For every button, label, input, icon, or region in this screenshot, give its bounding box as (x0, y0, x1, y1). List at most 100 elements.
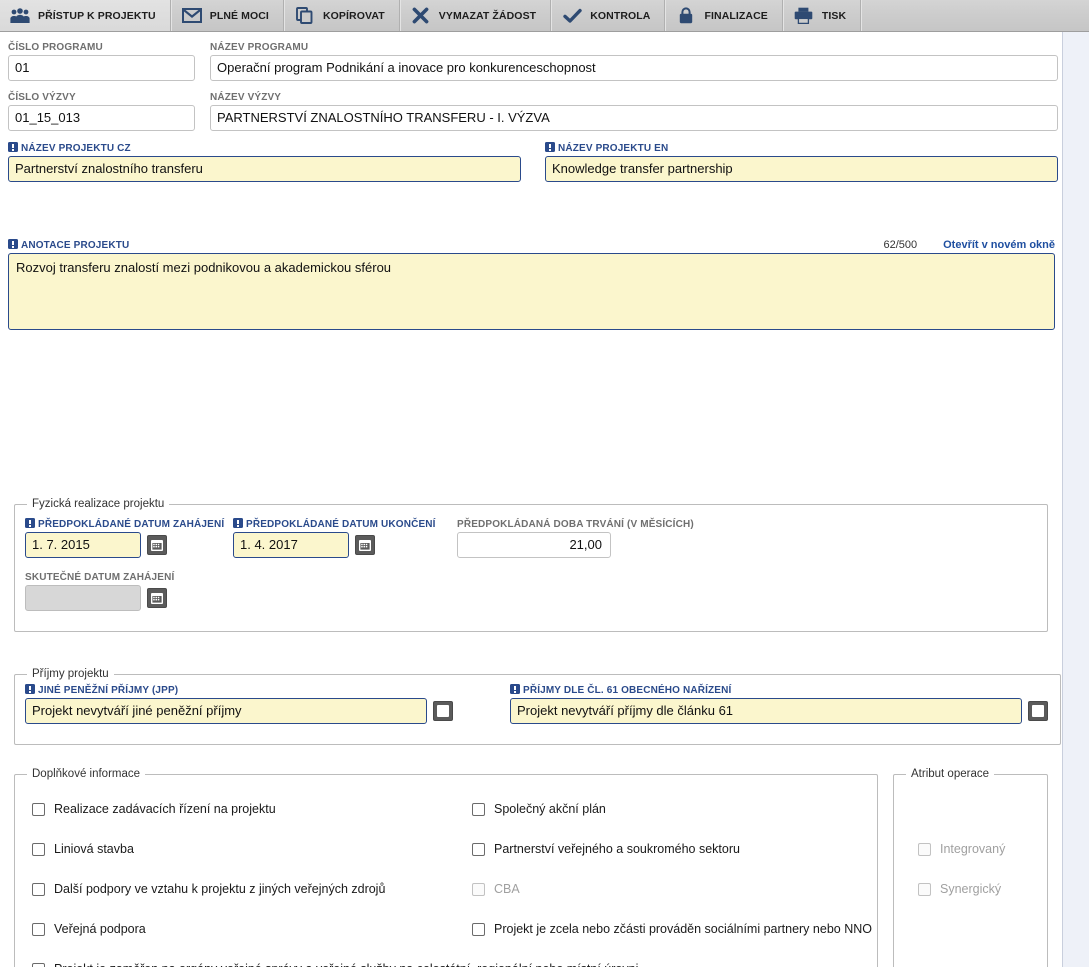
operation-attribute-legend: Atribut operace (911, 768, 989, 780)
toolbar-item-label: FINALIZACE (704, 9, 768, 22)
checkbox-label: Veřejná podpora (54, 922, 146, 936)
field-actual-start-date: SKUTEČNÉ DATUM ZAHÁJENÍ (25, 572, 195, 611)
additional-info-full-width-row: Projekt je zaměřen na orgány veřejné spr… (32, 958, 882, 967)
checkbox-realizace-zadavacich-rizeni[interactable] (32, 802, 45, 816)
toolbar-item-tisk[interactable]: TISK (782, 0, 862, 31)
checkbox-partnerstvi-verejneho-sektoru[interactable] (472, 842, 485, 856)
toolbar-item-label: KONTROLA (590, 9, 651, 22)
users-icon (10, 6, 30, 26)
fieldset-operation-attribute: Atribut operace Integrovaný Synergický (893, 768, 1048, 967)
checkbox-organy-verejne-spravy[interactable] (32, 962, 45, 967)
annotation-label-text: ANOTACE PROJEKTU (21, 240, 130, 251)
toolbar-filler (861, 0, 1089, 31)
project-name-cz-input[interactable]: Partnerství znalostního transferu (8, 156, 521, 182)
call-number-label: ČÍSLO VÝZVY (8, 92, 76, 103)
actual-start-date-input (25, 585, 141, 611)
printer-icon (794, 6, 814, 26)
fieldset-additional-info: Doplňkové informace Realizace zadávacích… (14, 768, 878, 967)
toolbar-item-label: KOPÍROVAT (322, 9, 385, 22)
checkbox-label: CBA (494, 882, 520, 896)
field-program-name: NÁZEV PROGRAMU Operační program Podnikán… (210, 42, 1058, 81)
required-badge-icon (25, 684, 35, 694)
copy-icon (295, 6, 315, 26)
checkbox-row[interactable]: Projekt je zaměřen na orgány veřejné spr… (32, 958, 882, 967)
toolbar-item-vymazat-zadost[interactable]: VYMAZAT ŽÁDOST (399, 0, 552, 31)
fieldset-project-income: Příjmy projektu JINÉ PENĚŽNÍ PŘÍJMY (JPP… (14, 668, 1061, 745)
checkbox-spolecny-akcni-plan[interactable] (472, 802, 485, 816)
field-duration: PŘEDPOKLÁDANÁ DOBA TRVÁNÍ (V MĚSÍCÍCH) 2… (457, 519, 694, 558)
checkbox-row: CBA (472, 878, 872, 900)
required-badge-icon (8, 239, 18, 249)
checkbox-row: Synergický (918, 878, 1037, 900)
program-name-input[interactable]: Operační program Podnikání a inovace pro… (210, 55, 1058, 81)
article61-income-label-text: PŘÍJMY DLE ČL. 61 OBECNÉHO NAŘÍZENÍ (523, 685, 732, 696)
calendar-icon[interactable] (355, 535, 375, 555)
list-picker-icon[interactable] (433, 701, 453, 721)
checkbox-label: Synergický (940, 882, 1002, 896)
field-call-number: ČÍSLO VÝZVY 01_15_013 (8, 92, 195, 131)
start-date-label: PŘEDPOKLÁDANÉ DATUM ZAHÁJENÍ (25, 518, 224, 530)
other-income-label-text: JINÉ PENĚŽNÍ PŘÍJMY (JPP) (38, 685, 179, 696)
additional-info-right-column: Společný akční plán Partnerství veřejnéh… (472, 798, 872, 958)
row-call: ČÍSLO VÝZVY 01_15_013 NÁZEV VÝZVY PARTNE… (8, 92, 1058, 131)
program-name-label: NÁZEV PROGRAMU (210, 42, 309, 53)
checkbox-label: Realizace zadávacích řízení na projektu (54, 802, 276, 816)
checkbox-row[interactable]: Projekt je zcela nebo zčásti prováděn so… (472, 918, 872, 940)
calendar-icon[interactable] (147, 588, 167, 608)
additional-info-left-column: Realizace zadávacích řízení na projektu … (32, 798, 472, 958)
checkbox-row: Integrovaný (918, 838, 1037, 860)
field-call-name: NÁZEV VÝZVY PARTNERSTVÍ ZNALOSTNÍHO TRAN… (210, 92, 1058, 131)
other-income-input[interactable]: Projekt nevytváří jiné peněžní příjmy (25, 698, 427, 724)
actual-start-date-label: SKUTEČNÉ DATUM ZAHÁJENÍ (25, 572, 175, 583)
checkbox-cba (472, 882, 485, 896)
close-x-icon (411, 6, 431, 26)
annotation-textarea[interactable]: Rozvoj transferu znalostí mezi podnikovo… (8, 253, 1055, 330)
checkbox-row[interactable]: Veřejná podpora (32, 918, 472, 940)
duration-input[interactable]: 21,00 (457, 532, 611, 558)
field-project-name-cz: NÁZEV PROJEKTU CZ Partnerství znalostníh… (8, 142, 521, 182)
checkbox-liniova-stavba[interactable] (32, 842, 45, 856)
calendar-icon[interactable] (147, 535, 167, 555)
project-name-cz-label: NÁZEV PROJEKTU CZ (8, 142, 521, 154)
checkbox-row[interactable]: Partnerství veřejného a soukromého sekto… (472, 838, 872, 860)
end-date-input[interactable]: 1. 4. 2017 (233, 532, 349, 558)
main-toolbar: PŘÍSTUP K PROJEKTU PLNÉ MOCI KOPÍROVAT V… (0, 0, 1089, 32)
toolbar-item-kontrola[interactable]: KONTROLA (551, 0, 666, 31)
row-dates: PŘEDPOKLÁDANÉ DATUM ZAHÁJENÍ 1. 7. 2015 … (25, 518, 1037, 558)
checkbox-label: Další podpory ve vztahu k projektu z jin… (54, 882, 386, 896)
open-in-new-window-link[interactable]: Otevřít v novém okně (943, 239, 1055, 251)
required-badge-icon (233, 518, 243, 528)
toolbar-item-kopirovat[interactable]: KOPÍROVAT (283, 0, 400, 31)
call-number-input[interactable]: 01_15_013 (8, 105, 195, 131)
toolbar-item-label: TISK (821, 9, 847, 22)
physical-realization-legend: Fyzická realizace projektu (32, 498, 165, 510)
checkbox-row[interactable]: Další podpory ve vztahu k projektu z jin… (32, 878, 472, 900)
start-date-label-text: PŘEDPOKLÁDANÉ DATUM ZAHÁJENÍ (38, 519, 225, 530)
required-badge-icon (545, 142, 555, 152)
start-date-input[interactable]: 1. 7. 2015 (25, 532, 141, 558)
checkbox-row[interactable]: Liniová stavba (32, 838, 472, 860)
annotation-char-counter: 62/500 (883, 239, 918, 251)
toolbar-item-finalizace[interactable]: FINALIZACE (665, 0, 783, 31)
list-picker-icon[interactable] (1028, 701, 1048, 721)
checkbox-label: Partnerství veřejného a soukromého sekto… (494, 842, 740, 856)
call-name-label: NÁZEV VÝZVY (210, 92, 282, 103)
project-name-en-input[interactable]: Knowledge transfer partnership (545, 156, 1058, 182)
article61-income-label: PŘÍJMY DLE ČL. 61 OBECNÉHO NAŘÍZENÍ (510, 684, 1050, 696)
toolbar-item-label: VYMAZAT ŽÁDOST (438, 9, 537, 22)
project-name-cz-label-text: NÁZEV PROJEKTU CZ (21, 143, 131, 154)
check-icon (562, 6, 582, 26)
call-name-input[interactable]: PARTNERSTVÍ ZNALOSTNÍHO TRANSFERU - I. V… (210, 105, 1058, 131)
field-project-name-en: NÁZEV PROJEKTU EN Knowledge transfer par… (545, 142, 1058, 182)
checkbox-verejna-podpora[interactable] (32, 922, 45, 936)
toolbar-item-plne-moci[interactable]: PLNÉ MOCI (170, 0, 284, 31)
checkbox-label: Liniová stavba (54, 842, 134, 856)
field-article61-income: PŘÍJMY DLE ČL. 61 OBECNÉHO NAŘÍZENÍ Proj… (510, 684, 1050, 724)
checkbox-socialni-partneri-nno[interactable] (472, 922, 485, 936)
article61-income-input[interactable]: Projekt nevytváří příjmy dle článku 61 (510, 698, 1022, 724)
toolbar-item-pristup-k-projektu[interactable]: PŘÍSTUP K PROJEKTU (0, 0, 171, 31)
checkbox-dalsi-podpory[interactable] (32, 882, 45, 896)
program-number-input[interactable]: 01 (8, 55, 195, 81)
checkbox-row[interactable]: Společný akční plán (472, 798, 872, 820)
checkbox-row[interactable]: Realizace zadávacích řízení na projektu (32, 798, 472, 820)
